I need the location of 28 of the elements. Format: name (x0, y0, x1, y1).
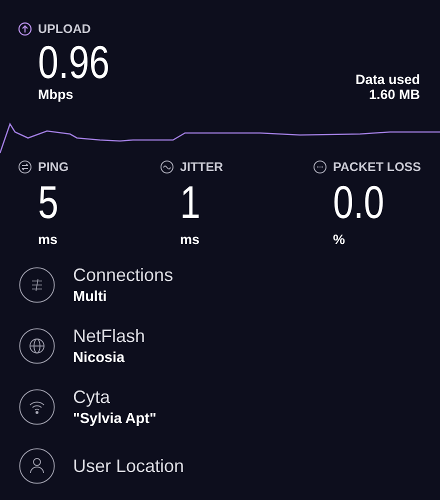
wave-icon (160, 160, 174, 174)
detail-title: NetFlash (73, 326, 146, 347)
upload-label: UPLOAD (38, 22, 91, 36)
data-used-value: 1.60 MB (368, 87, 420, 102)
detail-value: Nicosia (73, 350, 126, 366)
metric-value: 5 (38, 178, 58, 226)
metric-value: 0.0 (333, 178, 384, 226)
metric-unit: ms (38, 232, 58, 247)
connections-icon (19, 267, 55, 303)
wifi-icon (19, 389, 55, 425)
metric-value: 1 (180, 178, 200, 226)
upload-speed: 0.96 (38, 38, 110, 86)
ping-icon (18, 160, 32, 174)
data-used-label: Data used (355, 72, 420, 87)
globe-icon (19, 328, 55, 364)
detail-value: Multi (73, 289, 108, 305)
metric-label: JITTER (180, 160, 224, 174)
upload-icon (18, 22, 32, 36)
metric-label: PING (38, 160, 69, 174)
detail-value: "Sylvia Apt" (73, 411, 156, 427)
detail-title: Connections (73, 265, 174, 286)
speed-unit: Mbps (38, 87, 74, 102)
metric-unit: ms (180, 232, 200, 247)
detail-title: Cyta (73, 387, 112, 408)
person-icon (19, 448, 55, 484)
metric-label: PACKET LOSS (333, 160, 421, 174)
detail-title: User Location (73, 456, 184, 476)
metric-unit: % (333, 232, 346, 247)
